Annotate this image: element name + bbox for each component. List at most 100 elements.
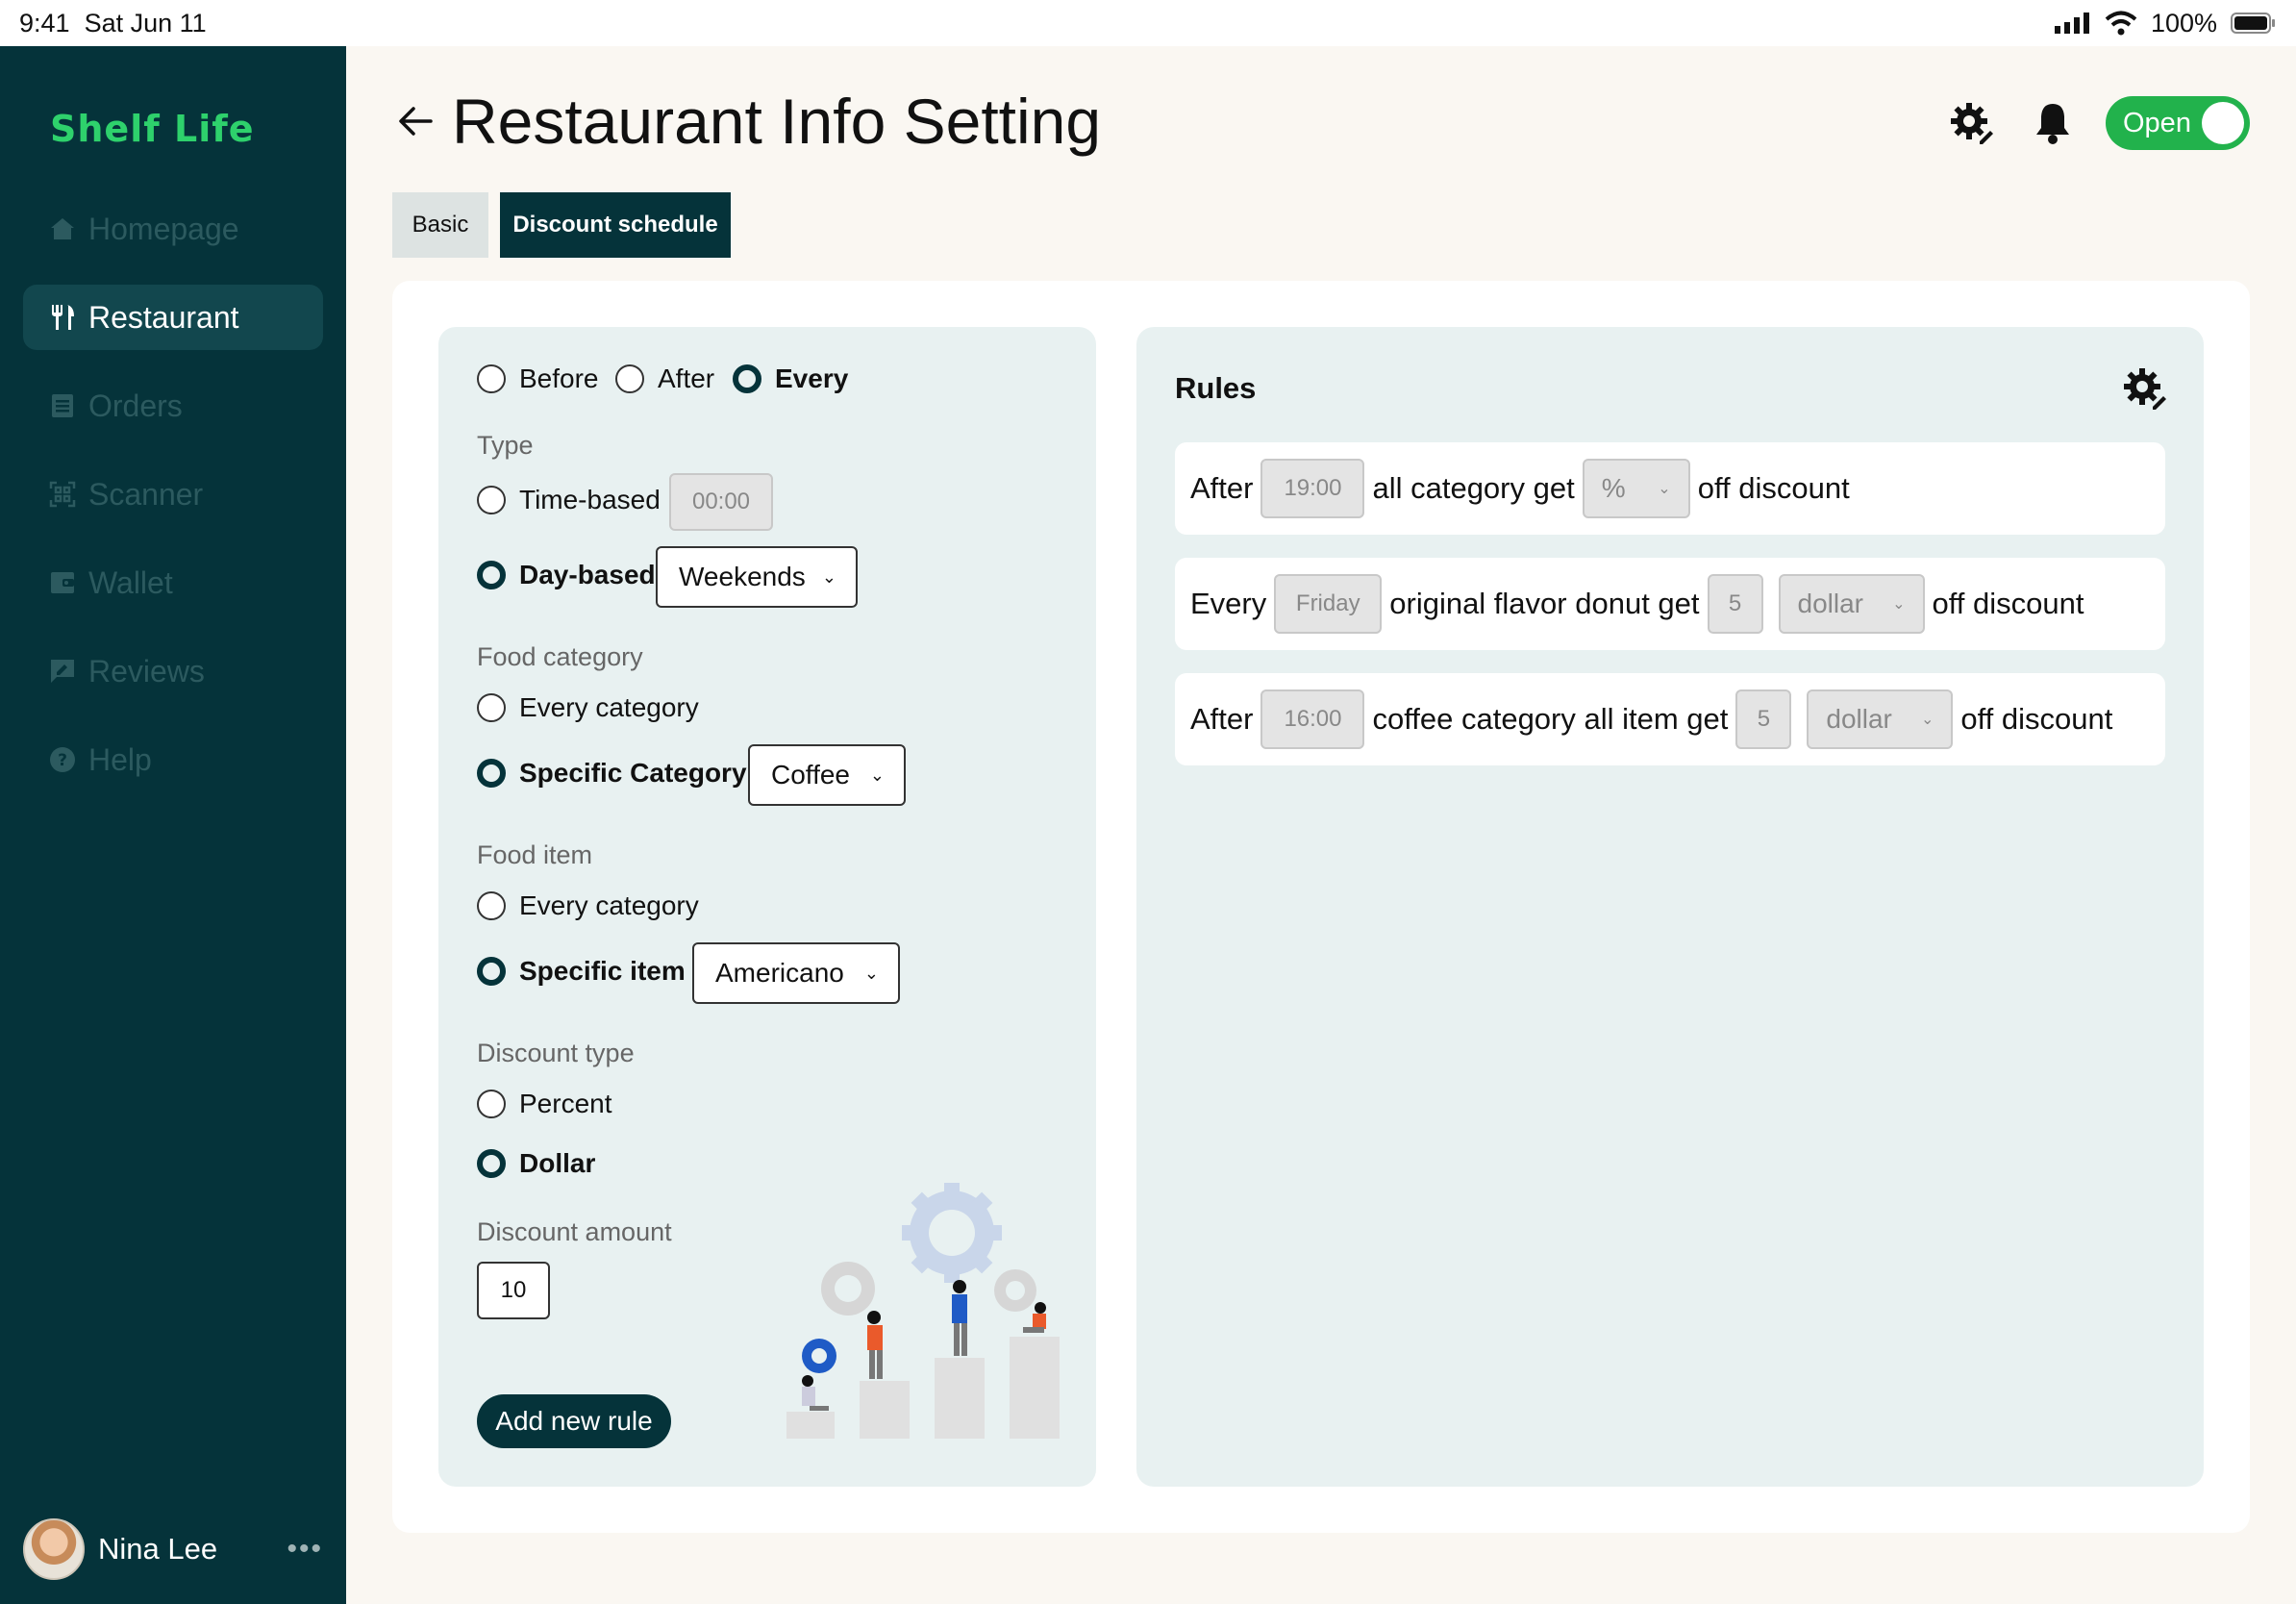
rule-unit-select[interactable]: dollar ⌄ — [1807, 689, 1954, 749]
select-value: Coffee — [771, 760, 850, 789]
rule-unit-select[interactable]: % ⌄ — [1582, 459, 1690, 518]
select-value: % — [1601, 473, 1626, 503]
radio-specific-category[interactable]: Specific Category — [477, 758, 747, 789]
main-card: Before After Every Type Time-based 00:00… — [392, 281, 2250, 1533]
wallet-icon — [48, 568, 77, 597]
radio-circle[interactable] — [477, 1149, 506, 1178]
rule-amount-field[interactable]: 5 — [1735, 689, 1792, 749]
user-profile[interactable]: Nina Lee ••• — [23, 1517, 323, 1581]
radio-circle[interactable] — [477, 1090, 506, 1118]
category-select[interactable]: Coffee ⌄ — [748, 744, 906, 806]
battery-icon — [2231, 13, 2275, 34]
chevron-down-icon: ⌄ — [1892, 596, 1906, 613]
radio-label: After — [658, 363, 715, 393]
discount-amount-input[interactable]: 10 — [477, 1262, 550, 1319]
radio-percent[interactable]: Percent — [477, 1089, 612, 1119]
radio-label: Every category — [519, 692, 699, 722]
sidebar-item-wallet[interactable]: Wallet — [23, 550, 323, 615]
rule-time-field[interactable]: 19:00 — [1260, 459, 1365, 518]
radio-circle[interactable] — [477, 364, 506, 393]
chevron-down-icon: ⌄ — [1658, 481, 1671, 497]
rule-target: coffee category all item get — [1372, 702, 1729, 736]
sidebar-item-label: Reviews — [88, 653, 205, 689]
sidebar-item-reviews[interactable]: Reviews — [23, 639, 323, 704]
utensils-icon — [48, 303, 77, 332]
radio-label: Percent — [519, 1089, 612, 1118]
radio-circle[interactable] — [477, 561, 506, 589]
select-value: dollar — [1797, 589, 1863, 618]
discount-form-panel: Before After Every Type Time-based 00:00… — [438, 327, 1096, 1487]
day-select[interactable]: Weekends ⌄ — [656, 546, 858, 608]
page-title: Restaurant Info Setting — [452, 86, 1102, 157]
sidebar-item-label: Orders — [88, 388, 183, 423]
rule-row[interactable]: After 16:00 coffee category all item get… — [1175, 673, 2165, 765]
time-input[interactable]: 00:00 — [669, 473, 773, 531]
select-value: Weekends — [679, 562, 806, 591]
chevron-down-icon: ⌄ — [1920, 712, 1934, 728]
rule-day-field[interactable]: Friday — [1274, 574, 1383, 634]
rule-amount-field[interactable]: 5 — [1707, 574, 1763, 634]
sidebar-item-label: Homepage — [88, 211, 239, 246]
more-options-icon[interactable]: ••• — [287, 1533, 323, 1566]
app-logo[interactable]: Shelf Life — [50, 108, 255, 150]
food-item-label: Food item — [477, 840, 593, 869]
rule-row[interactable]: Every Friday original flavor donut get 5… — [1175, 558, 2165, 650]
radio-after[interactable]: After — [615, 363, 714, 394]
radio-dollar[interactable]: Dollar — [477, 1148, 595, 1179]
rule-suffix: off discount — [1697, 471, 1850, 505]
review-icon — [48, 657, 77, 686]
radio-before[interactable]: Before — [477, 363, 599, 394]
rules-settings-gear-icon[interactable] — [2121, 365, 2167, 412]
radio-circle[interactable] — [733, 364, 761, 393]
rule-suffix: off discount — [1932, 587, 2084, 620]
help-icon: ? — [48, 745, 77, 774]
svg-text:?: ? — [58, 751, 67, 770]
chevron-down-icon: ⌄ — [869, 764, 885, 785]
wifi-icon — [2105, 11, 2137, 36]
rule-row[interactable]: After 19:00 all category get % ⌄ off disc… — [1175, 442, 2165, 535]
select-value: Americano — [715, 958, 844, 988]
radio-circle[interactable] — [477, 693, 506, 722]
rule-time-field[interactable]: 16:00 — [1260, 689, 1365, 749]
radio-label: Every category — [519, 890, 699, 920]
sidebar-item-orders[interactable]: Orders — [23, 373, 323, 439]
radio-specific-item[interactable]: Specific item — [477, 956, 686, 987]
rules-panel: Rules After 19:00 all category get % ⌄ of… — [1136, 327, 2204, 1487]
user-name: Nina Lee — [98, 1532, 218, 1566]
radio-day-based[interactable]: Day-based — [477, 560, 656, 590]
settings-gear-icon[interactable] — [1948, 100, 1994, 146]
radio-circle[interactable] — [477, 486, 506, 514]
radio-every-item[interactable]: Every category — [477, 890, 699, 921]
radio-circle[interactable] — [615, 364, 644, 393]
back-arrow-icon[interactable] — [394, 100, 437, 142]
radio-every[interactable]: Every — [733, 363, 848, 394]
notification-bell-icon[interactable] — [2031, 100, 2075, 146]
radio-label: Specific item — [519, 956, 686, 986]
rule-target: original flavor donut get — [1389, 587, 1700, 620]
type-label: Type — [477, 431, 534, 460]
sidebar-item-help[interactable]: ? Help — [23, 727, 323, 792]
radio-time-based[interactable]: Time-based — [477, 485, 661, 515]
tab-basic[interactable]: Basic — [392, 192, 488, 258]
status-indicators: 100% — [2054, 9, 2277, 38]
radio-circle[interactable] — [477, 891, 506, 920]
radio-circle[interactable] — [477, 957, 506, 986]
sidebar-item-scanner[interactable]: Scanner — [23, 462, 323, 527]
toggle-knob — [2202, 102, 2244, 144]
sidebar-item-restaurant[interactable]: Restaurant — [23, 285, 323, 350]
open-status-toggle[interactable]: Open — [2106, 96, 2250, 150]
select-value: dollar — [1826, 704, 1892, 734]
rule-unit-select[interactable]: dollar ⌄ — [1778, 574, 1925, 634]
radio-label: Every — [775, 363, 849, 393]
rule-prefix: After — [1190, 471, 1254, 505]
status-time: 9:41 — [19, 8, 70, 38]
tab-discount-schedule[interactable]: Discount schedule — [500, 192, 731, 258]
item-select[interactable]: Americano ⌄ — [692, 942, 900, 1004]
radio-circle[interactable] — [477, 759, 506, 788]
avatar[interactable] — [23, 1518, 85, 1580]
add-new-rule-button[interactable]: Add new rule — [477, 1394, 671, 1448]
sidebar-item-label: Wallet — [88, 564, 173, 600]
signal-icon — [2054, 13, 2089, 34]
radio-every-category[interactable]: Every category — [477, 692, 699, 723]
sidebar-item-homepage[interactable]: Homepage — [23, 196, 323, 262]
